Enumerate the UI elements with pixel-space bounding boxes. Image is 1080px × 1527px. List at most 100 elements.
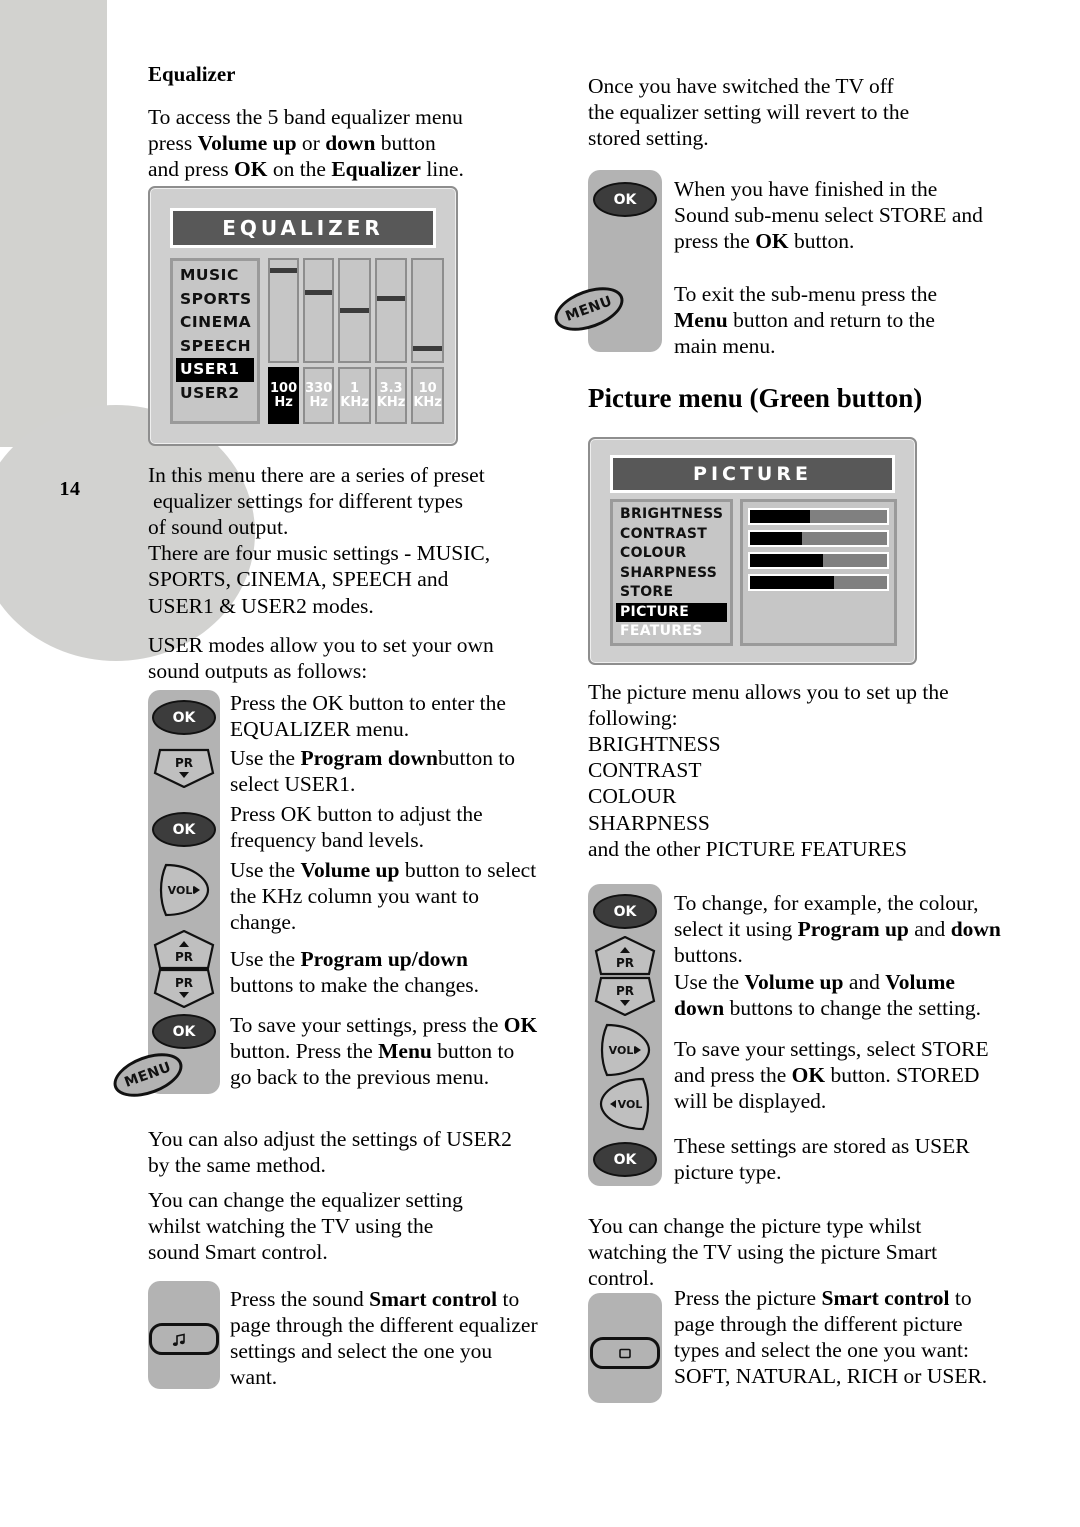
music-note-icon (172, 1333, 185, 1346)
picture-feature-item: CONTRAST (588, 758, 702, 783)
step-text: These settings are stored as USER picture… (674, 1133, 1020, 1185)
equalizer-smart-line1: You can change the equalizer setting (148, 1188, 463, 1212)
preset-paragraph-line5: SPORTS, CINEMA, SPEECH and (148, 567, 449, 592)
step-text-line: button. Press the Menu button to (230, 1039, 515, 1064)
equalizer-intro-paragraph: To access the 5 band equalizer menu press… (148, 105, 464, 182)
step-text: To save your settings, press the OK butto… (230, 1012, 570, 1090)
picture-menu-item[interactable]: CONTRAST (616, 525, 727, 545)
picture-feature-item: SHARPNESS (588, 810, 710, 835)
page-decoration-bar (0, 0, 107, 447)
program-down-button-icon[interactable]: PR (153, 748, 215, 788)
equalizer-band-sliders[interactable]: 100 Hz 330 Hz 1 KHz 3.3 KHz 10 KHz (268, 258, 444, 424)
picture-menu-item[interactable]: SHARPNESS (616, 564, 727, 584)
step-text-line: will be displayed. (674, 1089, 827, 1114)
equalizer-preset-list[interactable]: MUSIC SPORTS CINEMA SPEECH USER1 USER2 (170, 258, 260, 424)
picture-feature-list: BRIGHTNESS CONTRAST COLOUR SHARPNESS (588, 731, 1020, 835)
equalizer-preset-item[interactable]: USER1 (176, 358, 254, 382)
program-down-button-icon[interactable]: PR (594, 976, 656, 1016)
equalizer-band-label[interactable]: 1 KHz (338, 367, 371, 424)
step-text: Use the Program downbutton to select USER… (230, 745, 570, 797)
step-text-line: select it using Program up and down (674, 917, 1001, 942)
equalizer-osd-screen: EQUALIZER MUSIC SPORTS CINEMA SPEECH USER1 US… (148, 186, 458, 446)
equalizer-band-track[interactable] (374, 258, 408, 363)
picture-menu-list[interactable]: BRIGHTNESS CONTRAST COLOUR SHARPNESS STORE PI… (610, 499, 733, 646)
step-text-line: Press the sound Smart control to (230, 1287, 520, 1311)
equalizer-band-track[interactable] (411, 258, 444, 363)
equalizer-band-track[interactable] (338, 258, 371, 363)
equalizer-preset-item[interactable]: USER2 (176, 382, 254, 406)
picture-level-bars[interactable] (740, 499, 897, 646)
picture-level-bar[interactable] (748, 508, 889, 525)
user2-line1: You can also adjust the settings of USER… (148, 1127, 512, 1151)
picture-level-bar[interactable] (748, 574, 889, 591)
volume-down-button-icon[interactable]: VOL (597, 1076, 653, 1132)
equalizer-preset-item[interactable]: CINEMA (176, 311, 254, 335)
step-text-line: Press the OK button to enter the (230, 691, 506, 715)
equalizer-preset-item[interactable]: MUSIC (176, 264, 254, 288)
ok-button-icon[interactable]: OK (593, 1142, 657, 1177)
step-text: Use the Program up/down buttons to make t… (230, 946, 570, 998)
equalizer-band-marker (305, 290, 333, 296)
preset-paragraph-line3: of sound output. (148, 515, 289, 540)
equalizer-band[interactable]: 10 KHz (411, 258, 444, 424)
equalizer-band-marker (376, 296, 406, 302)
picture-level-bar[interactable] (748, 552, 889, 569)
volume-up-button-icon[interactable]: VOL (156, 862, 212, 918)
equalizer-band-label[interactable]: 100 Hz (268, 367, 300, 424)
equalizer-preset-item[interactable]: SPORTS (176, 288, 254, 312)
page-number: 14 (59, 478, 81, 500)
preset-paragraph-line2: equalizer settings for different types (153, 489, 464, 514)
step-text-line: Use the Volume up and Volume (674, 970, 955, 994)
equalizer-band[interactable]: 100 Hz (268, 258, 300, 424)
equalizer-preset-item[interactable]: SPEECH (176, 335, 254, 359)
step-text-line: select USER1. (230, 772, 356, 797)
picture-menu-item[interactable]: BRIGHTNESS (616, 505, 727, 525)
user2-line2: by the same method. (148, 1153, 326, 1178)
ok-button-icon[interactable]: OK (593, 182, 657, 217)
ok-button-icon[interactable]: OK (152, 700, 216, 735)
picture-menu-item[interactable]: PICTURE FEATURES (616, 602, 727, 639)
program-up-button-icon[interactable]: PR (153, 930, 215, 970)
svg-text:PR: PR (175, 756, 193, 770)
picture-menu-item[interactable]: STORE (616, 583, 727, 603)
preset-paragraph-line1: In this menu there are a series of prese… (148, 463, 485, 487)
equalizer-band-label[interactable]: 10 KHz (411, 367, 444, 424)
equalizer-band[interactable]: 3.3 KHz (374, 258, 408, 424)
step-text-line: Press the picture Smart control to (674, 1286, 972, 1310)
step-text-line: main menu. (674, 334, 776, 359)
step-text-line: To exit the sub-menu press the (674, 282, 938, 306)
step-text-line: frequency band levels. (230, 828, 425, 853)
ok-button-icon[interactable]: OK (152, 812, 216, 847)
step-text-line: go back to the previous menu. (230, 1065, 490, 1090)
picture-smart-control-icon[interactable] (590, 1337, 660, 1369)
equalizer-band-marker (270, 268, 298, 274)
user-modes-line1: USER modes allow you to set your own (148, 633, 494, 657)
picture-menu-item[interactable]: COLOUR (616, 544, 727, 564)
allows-line2: following: (588, 706, 678, 731)
svg-text:PR: PR (616, 984, 634, 998)
program-up-button-icon[interactable]: PR (594, 936, 656, 976)
step-text: To change, for example, the colour, selec… (674, 890, 1020, 968)
allows-line3: and the other PICTURE FEATURES (588, 836, 907, 861)
equalizer-band-label[interactable]: 3.3 KHz (374, 367, 408, 424)
step-text-line: To save your settings, press the OK (230, 1013, 538, 1037)
step-text-line: When you have finished in the (674, 177, 938, 201)
preset-paragraph-line4: There are four music settings - MUSIC, (148, 541, 491, 566)
equalizer-band[interactable]: 330 Hz (303, 258, 335, 424)
step-text-line: To change, for example, the colour, (674, 891, 979, 915)
step-text-line: the KHz column you want to (230, 884, 479, 909)
equalizer-osd-title: EQUALIZER (170, 208, 436, 248)
ok-button-icon[interactable]: OK (593, 894, 657, 929)
picture-level-bar[interactable] (748, 530, 889, 547)
program-down-button-icon[interactable]: PR (153, 968, 215, 1008)
step-text-line: and press the OK button. STORED (674, 1063, 980, 1088)
step-text: Use the Volume up button to select the KH… (230, 857, 570, 935)
step-text: To exit the sub-menu press the Menu butto… (674, 281, 1020, 359)
sound-smart-control-icon[interactable] (149, 1323, 219, 1355)
equalizer-band-label[interactable]: 330 Hz (303, 367, 335, 424)
equalizer-band-track[interactable] (268, 258, 300, 363)
volume-up-button-icon[interactable]: VOL (597, 1022, 653, 1078)
equalizer-band-track[interactable] (303, 258, 335, 363)
ok-button-icon[interactable]: OK (152, 1014, 216, 1049)
equalizer-band[interactable]: 1 KHz (338, 258, 371, 424)
